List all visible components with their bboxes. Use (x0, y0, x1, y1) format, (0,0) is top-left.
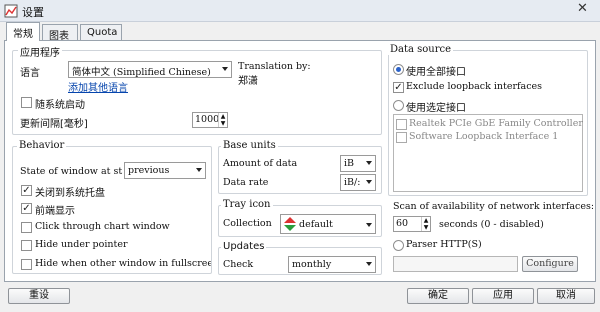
check-frequency-value: monthly (292, 259, 332, 270)
data-source-group-title: Data source (388, 44, 454, 55)
apply-button[interactable]: 应用 (472, 288, 534, 304)
stepper-down-icon[interactable]: ▼ (218, 120, 227, 127)
stepper-up-icon[interactable]: ▲ (218, 113, 227, 120)
updates-group-title: Updates (221, 241, 267, 252)
collection-select[interactable]: default (280, 214, 376, 234)
parser-http-radio[interactable] (393, 240, 404, 251)
autostart-label: 随系统启动 (35, 100, 85, 111)
translator-name: 郑潇 (238, 76, 258, 87)
click-through-checkbox[interactable] (21, 222, 32, 233)
chevron-down-icon (366, 262, 372, 266)
check-label: Check (223, 259, 254, 270)
exclude-loopback-checkbox[interactable] (393, 82, 404, 93)
hide-under-pointer-checkbox[interactable] (21, 240, 32, 251)
language-select[interactable]: 简体中文 (Simplified Chinese) (68, 61, 232, 78)
exclude-loopback-label: Exclude loopback interfaces (406, 81, 543, 92)
base-units-group-title: Base units (221, 140, 278, 151)
window-state-label: State of window at st (20, 166, 123, 177)
autostart-checkbox[interactable] (21, 97, 32, 108)
close-icon[interactable]: ✕ (567, 0, 598, 19)
interface-checkbox[interactable] (396, 119, 407, 130)
chevron-down-icon (222, 67, 228, 71)
data-rate-select[interactable]: iB/: (340, 174, 376, 191)
translation-by-label: Translation by: (238, 61, 311, 72)
hide-under-pointer-label: Hide under pointer (35, 239, 128, 250)
update-interval-value: 1000 (195, 114, 220, 125)
stepper-down-icon[interactable]: ▼ (421, 224, 430, 231)
update-interval-label: 更新间隔[毫秒] (20, 119, 88, 130)
all-interfaces-label: 使用全部接口 (406, 67, 466, 78)
window-state-value: previous (128, 165, 170, 176)
close-to-tray-label: 关闭到系统托盘 (35, 188, 105, 199)
all-interfaces-radio[interactable] (393, 64, 404, 75)
interface-label: Realtek PCIe GbE Family Controller (409, 118, 583, 129)
amount-of-data-value: iB (344, 158, 355, 169)
tab-quota[interactable]: Quota (80, 24, 122, 41)
tab-chart[interactable]: 图表 (42, 24, 78, 42)
amount-of-data-select[interactable]: iB (340, 155, 376, 172)
reset-button[interactable]: 重设 (8, 288, 70, 304)
scan-interval-value: 60 (396, 218, 409, 229)
cancel-button[interactable]: 取消 (537, 288, 595, 304)
scan-suffix: seconds (0 - disabled) (439, 219, 544, 230)
check-frequency-select[interactable]: monthly (288, 256, 376, 273)
app-icon (4, 4, 18, 18)
data-rate-label: Data rate (223, 177, 269, 188)
tray-arrows-icon (284, 217, 296, 231)
tray-icon-group-title: Tray icon (221, 199, 273, 210)
scan-interval-stepper[interactable]: 60 ▲ ▼ (393, 216, 431, 232)
chevron-down-icon (366, 161, 372, 165)
add-language-link[interactable]: 添加其他语言 (68, 79, 128, 94)
selected-interfaces-label: 使用选定接口 (406, 103, 466, 114)
data-rate-value: iB/: (344, 177, 361, 188)
scan-label: Scan of availability of network interfac… (393, 201, 593, 212)
collection-value: default (299, 219, 333, 230)
interface-label: Software Loopback Interface 1 (409, 131, 559, 142)
collection-label: Collection (223, 218, 272, 229)
parser-http-label: Parser HTTP(S) (406, 239, 482, 250)
click-through-label: Click through chart window (35, 221, 170, 232)
amount-of-data-label: Amount of data (223, 158, 298, 169)
window-state-select[interactable]: previous (124, 162, 206, 179)
hide-fullscreen-label: Hide when other window in fullscreen m (35, 258, 211, 269)
chevron-down-icon (366, 180, 372, 184)
window-title: 设置 (22, 6, 44, 19)
language-label: 语言 (20, 68, 40, 79)
tab-general[interactable]: 常规 (6, 22, 40, 41)
title-bar (0, 0, 600, 22)
chevron-down-icon (366, 223, 372, 227)
stepper-up-icon[interactable]: ▲ (421, 217, 430, 224)
parser-input[interactable] (393, 256, 518, 272)
ok-button[interactable]: 确定 (407, 288, 469, 304)
interface-checkbox[interactable] (396, 132, 407, 143)
chevron-down-icon (196, 168, 202, 172)
always-on-top-label: 前端显示 (35, 206, 75, 217)
always-on-top-checkbox[interactable] (21, 203, 32, 214)
update-interval-stepper[interactable]: 1000 ▲ ▼ (192, 112, 228, 128)
configure-button[interactable]: Configure (522, 256, 578, 272)
language-select-value: 简体中文 (Simplified Chinese) (72, 67, 211, 78)
app-group-title: 应用程序 (18, 44, 62, 59)
hide-fullscreen-checkbox[interactable] (21, 259, 32, 270)
behavior-group-title: Behavior (17, 140, 67, 151)
selected-interfaces-radio[interactable] (393, 100, 404, 111)
close-to-tray-checkbox[interactable] (21, 185, 32, 196)
